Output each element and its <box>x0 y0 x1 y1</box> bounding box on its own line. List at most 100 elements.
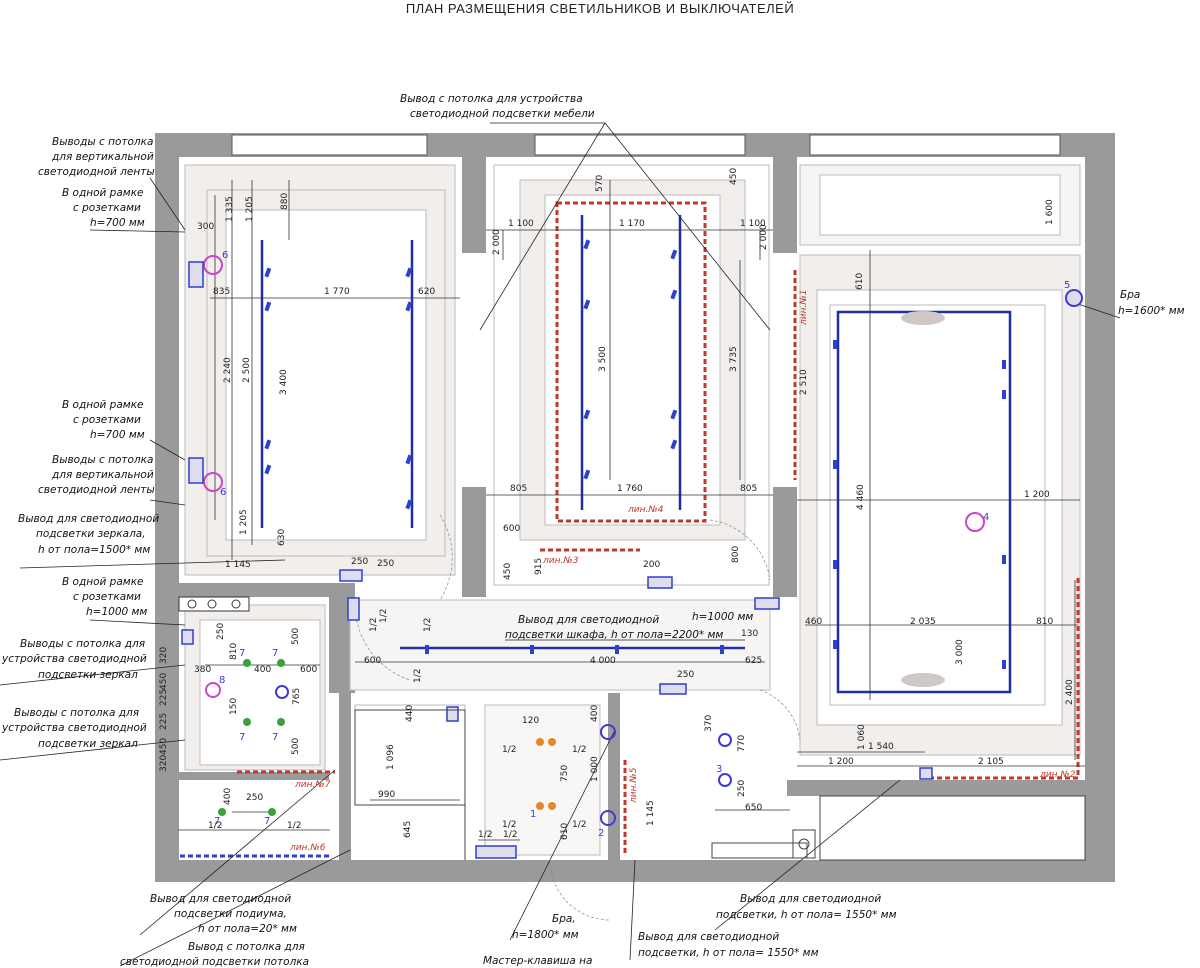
dim-1335: 1 335 <box>225 196 235 222</box>
dim-4000: 4 000 <box>590 656 616 666</box>
note-wardrobe-2: подсветки шкафа, h от пола=2200* мм <box>505 629 723 641</box>
note-bra-right-2: h=1600* мм <box>1118 305 1185 317</box>
dim-650: 650 <box>745 803 762 813</box>
note-led1550r-1: Вывод для светодиодной <box>740 893 881 905</box>
dim-half-4: 1/2 <box>572 745 586 755</box>
note-mceil1-3: подсветки зеркал <box>38 669 138 681</box>
dim-500a: 500 <box>291 628 301 645</box>
lin-label-7: лин.№7 <box>294 780 331 790</box>
note-ceiling-furniture-2: светодиодной подсветки мебели <box>410 108 595 120</box>
switch-block <box>178 596 250 612</box>
note-podium-1: Вывод для светодиодной <box>150 893 291 905</box>
note-led1550c-2: подсветки, h от пола= 1550* мм <box>638 947 819 959</box>
note-podium-3: h от пола=20* мм <box>198 923 297 935</box>
dim-460: 460 <box>805 617 822 627</box>
dim-225b: 225 <box>159 713 169 730</box>
dim-600a: 600 <box>503 524 520 534</box>
dim-half-11: 1/2 <box>379 609 389 623</box>
note-vstrip-top-2: для вертикальной <box>51 151 154 163</box>
dim-120: 120 <box>522 716 539 726</box>
dim-half-12: 1/2 <box>413 669 423 683</box>
dim-805a: 805 <box>510 484 527 494</box>
dim-570: 570 <box>595 175 605 192</box>
dim-1100a: 1 100 <box>508 219 534 229</box>
dim-130: 130 <box>741 629 758 639</box>
fixture-num-6b: 6 <box>220 487 226 498</box>
dim-880: 880 <box>280 193 290 210</box>
dim-400c: 400 <box>223 788 233 805</box>
dim-1540: 1 540 <box>868 742 894 752</box>
dim-500b: 500 <box>291 738 301 755</box>
dim-2035: 2 035 <box>910 617 936 627</box>
dim-1145b: 1 145 <box>646 800 656 826</box>
dim-450a: 450 <box>729 168 739 185</box>
note-vstrip-mid-3: светодиодной ленты <box>38 484 155 496</box>
note-vstrip-top-1: Выводы с потолка <box>52 136 153 148</box>
note-bra-right-1: Бра <box>1120 289 1140 301</box>
fixture-num-3: 3 <box>716 764 722 775</box>
dim-805b: 805 <box>740 484 757 494</box>
dim-835: 835 <box>213 287 230 297</box>
dim-half-5: 1/2 <box>502 820 516 830</box>
dim-600c: 600 <box>300 665 317 675</box>
dim-150: 150 <box>229 698 239 715</box>
note-bra-bottom-1: Бра, <box>552 913 576 925</box>
dim-2240: 2 240 <box>223 357 233 383</box>
dim-2000a: 2 000 <box>492 229 502 255</box>
dim-half-10: 1/2 <box>423 618 433 632</box>
lin-label-1: лин.№1 <box>799 290 809 326</box>
dim-1770: 1 770 <box>324 287 350 297</box>
note-h1000: h=1000 мм <box>692 611 753 623</box>
note-led1550r-2: подсветки, h от пола= 1550* мм <box>716 909 897 921</box>
note-frame1-3: h=700 мм <box>90 217 145 229</box>
note-frame3-1: В одной рамке <box>62 576 144 588</box>
dim-half-3: 1/2 <box>502 745 516 755</box>
fixture-num-4: 4 <box>983 512 989 523</box>
note-mirror-3: h от пола=1500* мм <box>38 544 150 556</box>
note-vstrip-mid-1: Выводы с потолка <box>52 454 153 466</box>
note-mceil1-1: Выводы с потолка для <box>20 638 145 650</box>
dim-2510: 2 510 <box>799 369 809 395</box>
dim-half-1: 1/2 <box>208 821 222 831</box>
dim-1205b: 1 205 <box>239 509 249 535</box>
dim-2000b: 2 000 <box>759 224 769 250</box>
dim-half-8: 1/2 <box>503 830 517 840</box>
dim-1000: 1 000 <box>590 756 600 782</box>
note-frame1-2: с розетками <box>73 202 141 214</box>
dim-2400: 2 400 <box>1065 679 1075 705</box>
dim-half-9: 1/2 <box>369 618 379 632</box>
note-mirror-1: Вывод для светодиодной <box>18 513 159 525</box>
note-mceil2-2: устройства светодиодной <box>1 722 147 734</box>
dim-450b: 450 <box>503 563 513 580</box>
note-frame2-2: с розетками <box>73 414 141 426</box>
note-ceil-bottom-2: светодиодной подсветки потолка <box>120 956 309 968</box>
dim-1760: 1 760 <box>617 484 643 494</box>
dim-620: 620 <box>418 287 435 297</box>
fixture-num-5: 5 <box>1064 280 1070 291</box>
dim-2105: 2 105 <box>978 757 1004 767</box>
note-vstrip-mid-2: для вертикальной <box>51 469 154 481</box>
note-frame1-1: В одной рамке <box>62 187 144 199</box>
dim-250b: 250 <box>677 670 694 680</box>
fixture-num-1: 1 <box>530 809 536 820</box>
dim-320b: 320 <box>159 755 169 772</box>
note-vstrip-top-3: светодиодной ленты <box>38 166 155 178</box>
fixture-num-6a: 6 <box>222 250 228 261</box>
dim-300: 300 <box>197 222 214 232</box>
dim-750: 750 <box>560 765 570 782</box>
fixture-num-7a: 7 <box>239 648 245 659</box>
fixture-num-7b: 7 <box>272 648 278 659</box>
dim-625: 625 <box>745 656 762 666</box>
floor-plan: ПЛАН РАЗМЕЩЕНИЯ СВЕТИЛЬНИКОВ И ВЫКЛЮЧАТЕ… <box>0 0 1200 968</box>
dim-4460: 4 460 <box>856 484 866 510</box>
dim-1170: 1 170 <box>619 219 645 229</box>
dim-370: 370 <box>704 715 714 732</box>
dim-3400: 3 400 <box>279 369 289 395</box>
dim-1205a: 1 205 <box>245 196 255 222</box>
note-mirror-2: подсветки зеркала, <box>36 528 146 540</box>
lin-label-5: лин.№5 <box>629 767 639 804</box>
note-frame2-1: В одной рамке <box>62 399 144 411</box>
dim-250f: 250 <box>377 559 394 569</box>
dim-450c: 450 <box>159 673 169 690</box>
dim-380: 380 <box>194 665 211 675</box>
